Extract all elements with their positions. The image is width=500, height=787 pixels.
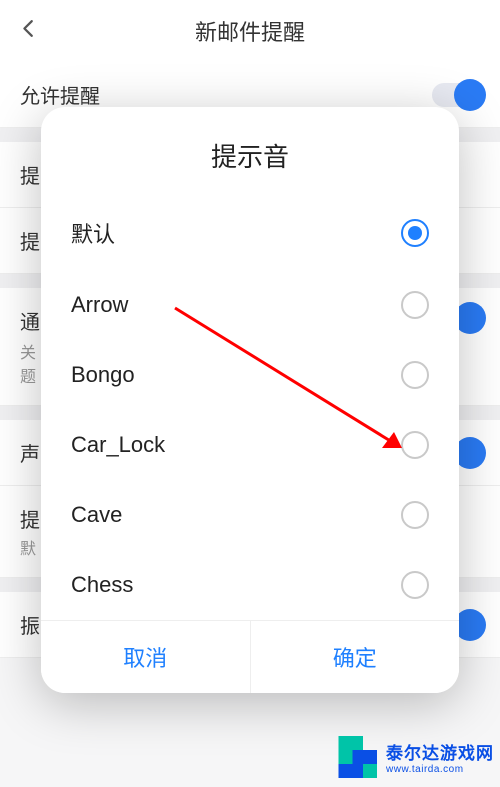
radio-icon[interactable] bbox=[401, 571, 429, 599]
option-label: Bongo bbox=[71, 362, 135, 388]
sound-option[interactable]: Cave bbox=[41, 480, 459, 550]
radio-icon[interactable] bbox=[401, 361, 429, 389]
sound-option[interactable]: Car_Lock bbox=[41, 410, 459, 480]
radio-icon[interactable] bbox=[401, 291, 429, 319]
option-label: Car_Lock bbox=[71, 432, 165, 458]
radio-icon[interactable] bbox=[401, 431, 429, 459]
sound-option[interactable]: Chess bbox=[41, 550, 459, 620]
watermark-text: 泰尔达游戏网 bbox=[386, 739, 494, 764]
options-list: 默认 Arrow Bongo Car_Lock Cave Chess bbox=[41, 196, 459, 620]
option-label: Arrow bbox=[71, 292, 128, 318]
sound-option[interactable]: Bongo bbox=[41, 340, 459, 410]
watermark-icon bbox=[328, 729, 384, 785]
confirm-button[interactable]: 确定 bbox=[251, 621, 460, 693]
sound-option[interactable]: Arrow bbox=[41, 270, 459, 340]
watermark: 泰尔达游戏网 www.tairda.com bbox=[328, 729, 494, 785]
dialog-title: 提示音 bbox=[41, 107, 459, 196]
watermark-sub: www.tairda.com bbox=[386, 764, 494, 775]
radio-icon[interactable] bbox=[401, 219, 429, 247]
sound-option[interactable]: 默认 bbox=[41, 196, 459, 270]
cancel-button[interactable]: 取消 bbox=[41, 621, 250, 693]
sound-picker-dialog: 提示音 默认 Arrow Bongo Car_Lock Cave Chess 取消 确定 bbox=[41, 107, 459, 693]
option-label: Cave bbox=[71, 502, 122, 528]
radio-icon[interactable] bbox=[401, 501, 429, 529]
option-label: Chess bbox=[71, 572, 133, 598]
dialog-actions: 取消 确定 bbox=[41, 620, 459, 693]
option-label: 默认 bbox=[71, 217, 115, 249]
